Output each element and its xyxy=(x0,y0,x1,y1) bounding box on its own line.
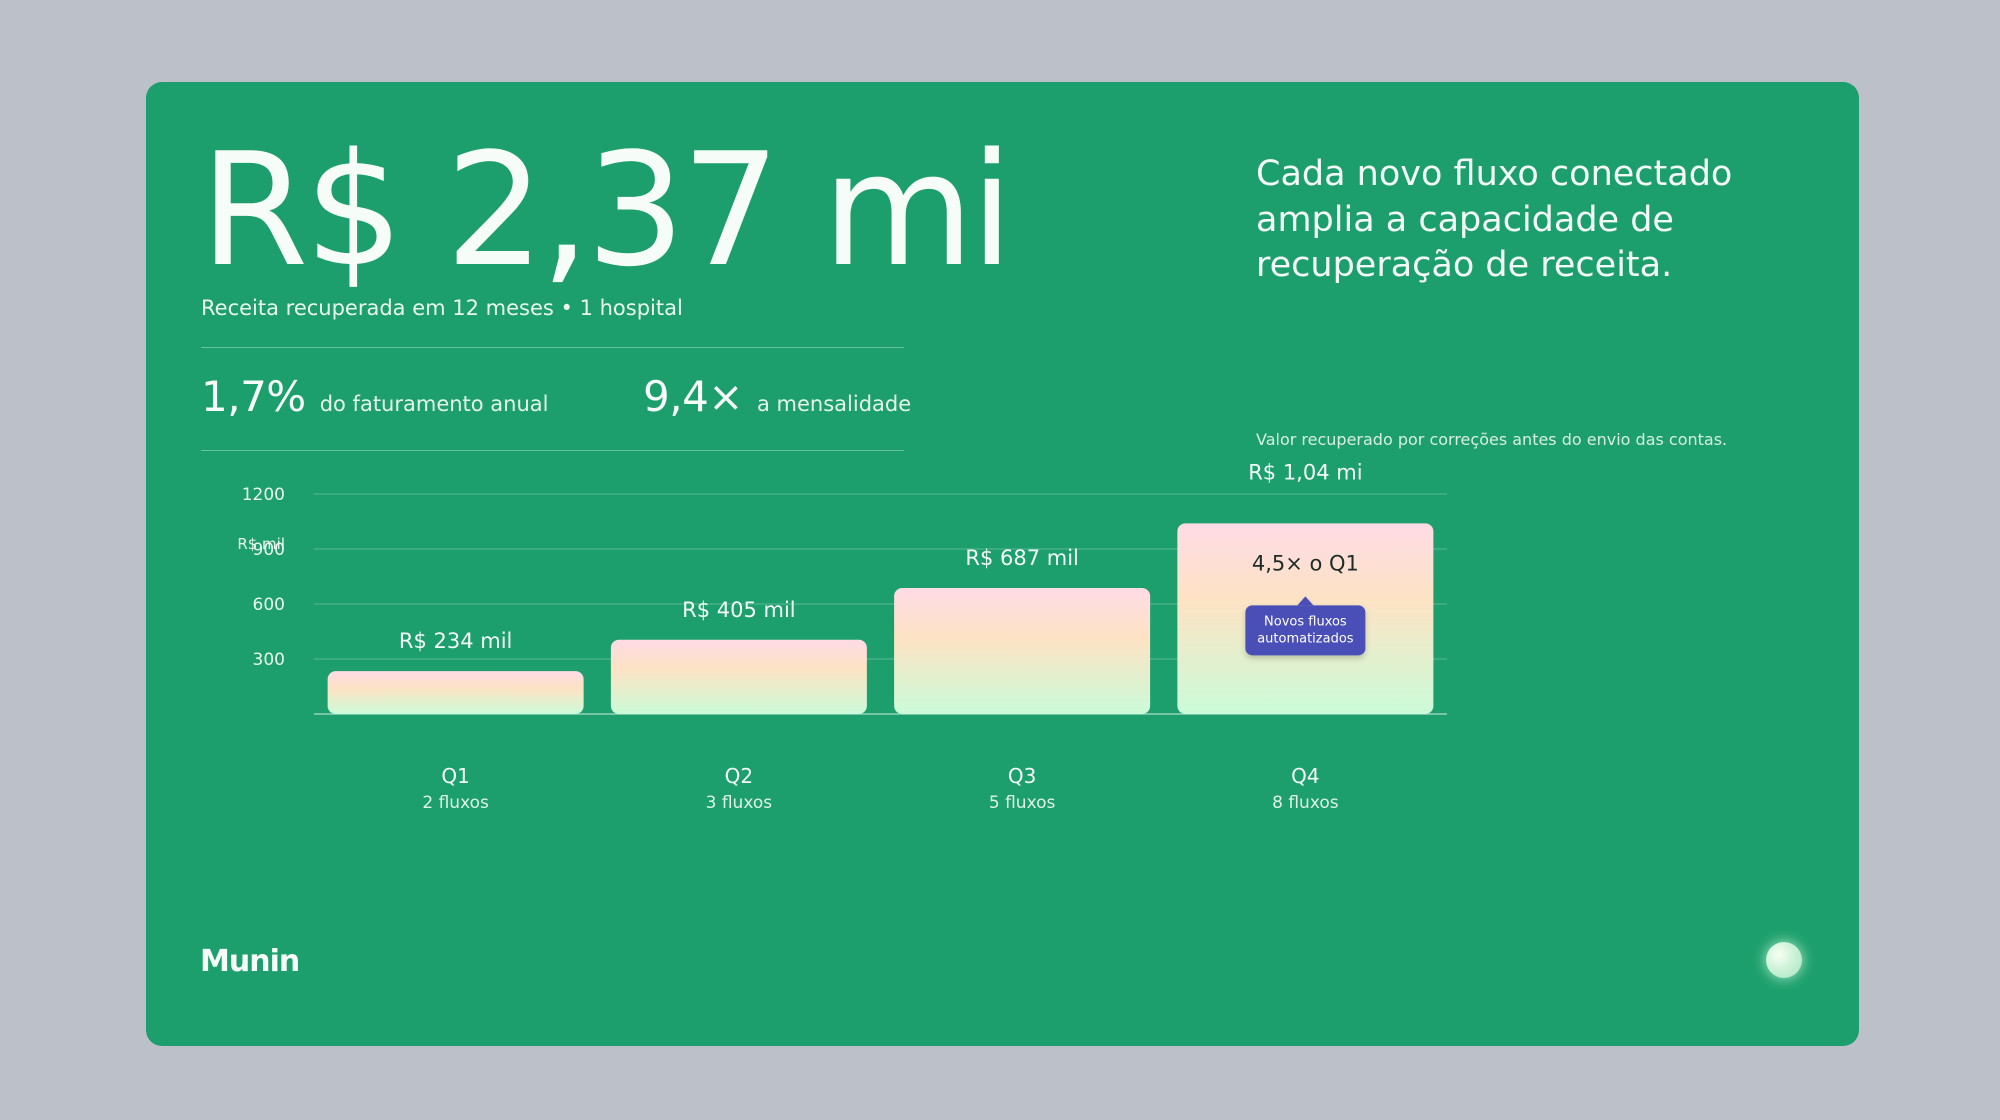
y-tick-label: 900 xyxy=(253,540,285,560)
bar-value-label: R$ 687 mil xyxy=(965,546,1079,570)
x-category-sublabel: 5 fluxos xyxy=(989,793,1056,813)
bar-value-label: R$ 405 mil xyxy=(682,598,796,622)
x-category-sublabel: 3 fluxos xyxy=(706,793,773,813)
assistant-orb-icon[interactable] xyxy=(1766,942,1802,978)
bar-value-label: R$ 1,04 mi xyxy=(1248,460,1362,484)
brand-logo: Munin xyxy=(200,944,300,979)
x-category-label: Q3 xyxy=(1008,764,1036,788)
x-category-label: Q4 xyxy=(1291,764,1319,788)
bar-value-label: R$ 234 mil xyxy=(399,629,513,653)
y-tick-label: 1200 xyxy=(242,485,285,505)
y-tick-label: 600 xyxy=(253,595,285,615)
bar-q2 xyxy=(610,639,867,714)
x-category-sublabel: 2 fluxos xyxy=(422,793,489,813)
slide-card: R$ 2,37 mi Receita recuperada em 12 mese… xyxy=(146,82,1859,1046)
callout-box xyxy=(1245,605,1366,656)
annotation-growth: 4,5× o Q1 xyxy=(1252,551,1359,575)
callout-text-line: Novos fluxos xyxy=(1264,614,1347,629)
bar-q1 xyxy=(327,671,584,714)
bar-q3 xyxy=(894,588,1151,714)
bar-chart: R$ mil 3006009001200R$ 234 milQ12 fluxos… xyxy=(237,460,1447,813)
x-category-sublabel: 8 fluxos xyxy=(1272,793,1339,813)
x-category-label: Q2 xyxy=(725,764,753,788)
y-tick-label: 300 xyxy=(253,650,285,670)
x-category-label: Q1 xyxy=(441,764,469,788)
callout-text-line: automatizados xyxy=(1257,631,1354,646)
